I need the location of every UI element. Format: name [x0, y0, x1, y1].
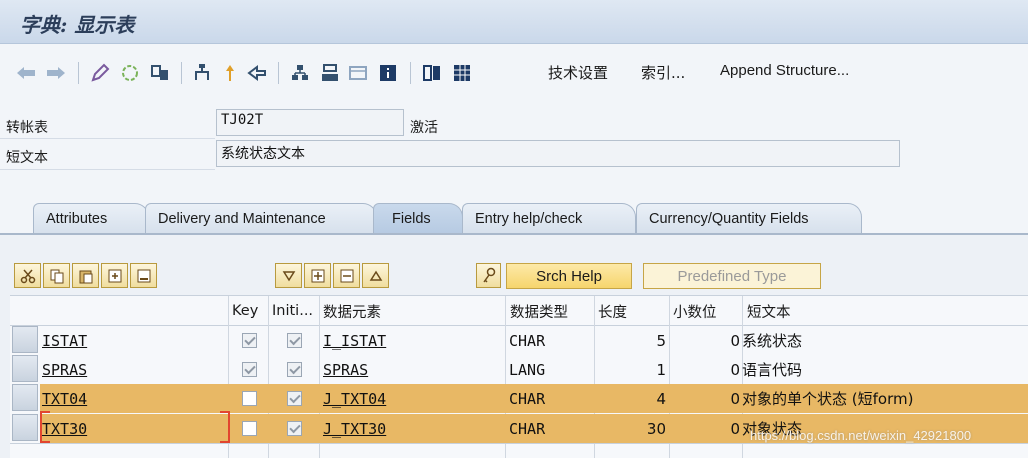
toolbar-separator — [410, 62, 411, 84]
activation-status: 激活 — [410, 120, 438, 136]
key-checkbox[interactable] — [242, 333, 257, 348]
key-checkbox[interactable] — [242, 391, 257, 406]
field-name[interactable]: ISTAT — [42, 326, 87, 355]
key-icon[interactable] — [476, 263, 501, 288]
decimals-value: 0 — [730, 331, 740, 350]
annotation-bracket-right — [220, 411, 230, 443]
toolbar-separator — [78, 62, 79, 84]
grid-border — [10, 295, 1028, 296]
grid-row-border — [10, 443, 1028, 444]
search-help-button[interactable]: Srch Help — [506, 263, 632, 289]
short-text-value: 对象的单个状态 (短form) — [742, 390, 914, 408]
short-text-value: 语言代码 — [742, 361, 803, 379]
index-button[interactable]: 索引... — [641, 62, 685, 83]
navigate-icon[interactable] — [245, 60, 269, 86]
cut-icon[interactable] — [14, 263, 41, 288]
hierarchy-icon[interactable] — [190, 60, 214, 86]
short-text-field[interactable]: 系统状态文本 — [216, 140, 900, 167]
technical-settings-button[interactable]: 技术设置 — [548, 62, 608, 83]
annotation-bracket-left — [40, 411, 50, 443]
column-header-short-text[interactable]: 短文本 — [747, 297, 791, 325]
frame-icon[interactable] — [346, 60, 370, 86]
initial-checkbox[interactable] — [287, 362, 302, 377]
forward-arrow-icon[interactable] — [44, 60, 68, 86]
key-checkbox[interactable] — [242, 421, 257, 436]
data-type-value: CHAR — [509, 419, 546, 438]
collapse-icon[interactable] — [362, 263, 389, 288]
delete-row-icon[interactable] — [130, 263, 157, 288]
append-icon[interactable] — [420, 60, 444, 86]
back-arrow-icon[interactable] — [14, 60, 38, 86]
tab-entry-help-check[interactable]: Entry help/check — [462, 203, 636, 234]
table-name-field[interactable]: TJ02T — [216, 109, 404, 136]
activate-icon[interactable] — [118, 60, 142, 86]
window-title: 字典: 显示表 — [20, 13, 135, 37]
include-icon[interactable] — [304, 263, 331, 288]
initial-checkbox[interactable] — [287, 391, 302, 406]
column-header-initial[interactable]: Initi... — [272, 297, 313, 325]
append-structure-button[interactable]: Append Structure... — [720, 62, 849, 79]
object-list-icon[interactable] — [288, 60, 312, 86]
data-element-link[interactable]: J_TXT30 — [323, 414, 386, 443]
tab-currency-quantity-fields[interactable]: Currency/Quantity Fields — [636, 203, 862, 234]
row-selector[interactable] — [12, 384, 38, 411]
tab-fields[interactable]: Fields — [373, 203, 463, 234]
compare-icon[interactable] — [148, 60, 172, 86]
length-value: 1 — [656, 360, 666, 379]
watermark: https://blog.csdn.net/weixin_42921800 — [750, 428, 972, 443]
row-selector[interactable] — [12, 355, 38, 382]
title-bar: 字典: 显示表 — [0, 0, 1028, 44]
copy-icon[interactable] — [43, 263, 70, 288]
decimals-value: 0 — [730, 360, 740, 379]
data-type-value: CHAR — [509, 389, 546, 408]
data-element-link[interactable]: SPRAS — [323, 355, 368, 384]
decimals-value: 0 — [730, 419, 740, 438]
divider — [0, 169, 215, 170]
insert-row-icon[interactable] — [101, 263, 128, 288]
paste-icon[interactable] — [72, 263, 99, 288]
row-selector[interactable] — [12, 326, 38, 353]
table-name-label: 转帐表 — [6, 120, 48, 136]
toolbar-separator — [181, 62, 182, 84]
edit-pencil-icon[interactable] — [88, 60, 112, 86]
info-icon[interactable] — [376, 60, 400, 86]
initial-checkbox[interactable] — [287, 333, 302, 348]
tab-attributes[interactable]: Attributes — [33, 203, 149, 234]
field-name[interactable]: TXT04 — [42, 384, 87, 413]
table-icon[interactable] — [450, 60, 474, 86]
predefined-type-button[interactable]: Predefined Type — [643, 263, 821, 289]
row-selector[interactable] — [12, 414, 38, 441]
length-value: 30 — [646, 419, 666, 438]
key-checkbox[interactable] — [242, 362, 257, 377]
decimals-value: 0 — [730, 389, 740, 408]
tab-delivery-maintenance[interactable]: Delivery and Maintenance — [145, 203, 377, 234]
display-structure-icon[interactable] — [318, 60, 342, 86]
initial-checkbox[interactable] — [287, 421, 302, 436]
column-header-data-type[interactable]: 数据类型 — [510, 297, 568, 325]
length-value: 5 — [656, 331, 666, 350]
length-value: 4 — [656, 389, 666, 408]
data-element-link[interactable]: J_TXT04 — [323, 384, 386, 413]
collapse-include-icon[interactable] — [333, 263, 360, 288]
data-type-value: LANG — [509, 360, 546, 379]
expand-icon[interactable] — [275, 263, 302, 288]
column-header-decimals[interactable]: 小数位 — [673, 297, 717, 325]
field-name[interactable]: SPRAS — [42, 355, 87, 384]
divider — [0, 138, 215, 139]
column-header-key[interactable]: Key — [232, 297, 258, 325]
data-element-link[interactable]: I_ISTAT — [323, 326, 386, 355]
where-used-icon[interactable] — [220, 60, 240, 86]
short-text-label: 短文本 — [6, 150, 48, 166]
column-header-data-element[interactable]: 数据元素 — [323, 297, 381, 325]
column-header-length[interactable]: 长度 — [598, 297, 627, 325]
short-text-value: 系统状态 — [742, 332, 803, 350]
toolbar-separator — [278, 62, 279, 84]
data-type-value: CHAR — [509, 331, 546, 350]
